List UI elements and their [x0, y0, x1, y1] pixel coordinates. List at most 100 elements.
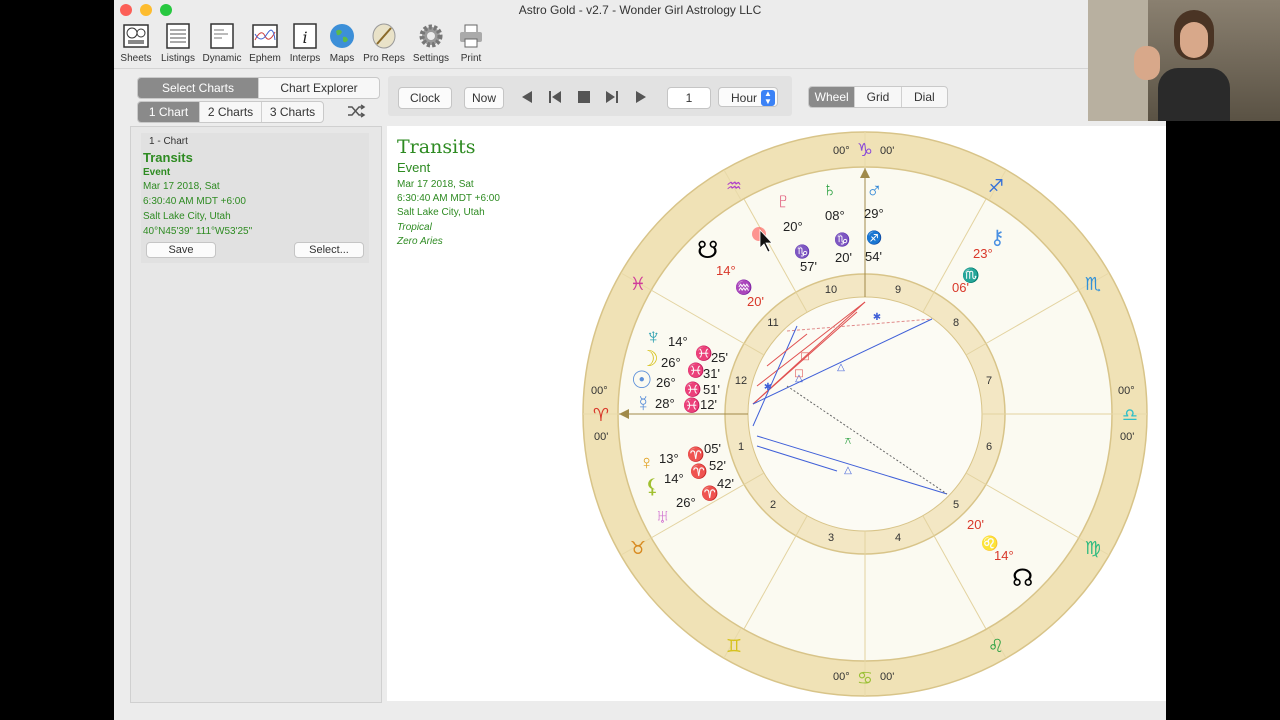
zoom-window-button[interactable]	[160, 4, 172, 16]
tab-3-charts[interactable]: 3 Charts	[262, 102, 323, 122]
triangle-left-icon	[522, 91, 532, 103]
now-button[interactable]: Now	[464, 87, 504, 109]
quill-icon	[372, 23, 396, 49]
chart-card[interactable]: 1 - Chart Transits Event Mar 17 2018, Sa…	[141, 133, 369, 263]
toolbar-dynamic-label: Dynamic	[202, 53, 242, 64]
chart-card-coords: 40°N45'39" 111°W53'25"	[143, 226, 253, 237]
sign-degree-label: 00°	[833, 671, 850, 683]
asteroid-degree: 14°	[664, 471, 684, 486]
tab-1-chart[interactable]: 1 Chart	[138, 102, 200, 122]
north-node-degree: 14°	[994, 548, 1014, 563]
chart-card-place: Salt Lake City, Utah	[143, 211, 231, 222]
capricorn-icon: ♑	[857, 140, 873, 161]
clock-button[interactable]: Clock	[398, 87, 452, 109]
tab-2-charts[interactable]: 2 Charts	[200, 102, 262, 122]
virgo-icon: ♍	[1085, 538, 1101, 559]
play-forward-button[interactable]	[630, 87, 652, 107]
sign-degree-label: 00°	[833, 145, 850, 157]
south-node-degree: 14°	[716, 263, 736, 278]
sign-degree-label: 00°	[591, 385, 608, 397]
close-window-button[interactable]	[120, 4, 132, 16]
tab-select-charts[interactable]: Select Charts	[138, 78, 259, 98]
step-value-input[interactable]: 1	[667, 87, 711, 109]
minimize-window-button[interactable]	[140, 4, 152, 16]
mercury-degree: 28°	[655, 396, 675, 411]
toolbar-interps-label: Interps	[289, 53, 321, 64]
stop-button[interactable]	[573, 87, 595, 107]
saturn-icon[interactable]: ♄	[822, 179, 837, 201]
info-icon: i	[293, 23, 317, 49]
moon-minute: 31'	[703, 366, 720, 381]
mars-degree: 29°	[864, 206, 884, 221]
step-forward-button[interactable]	[601, 87, 623, 107]
pisces-small-icon: ♓	[683, 397, 700, 414]
tab-dial[interactable]: Dial	[902, 87, 947, 107]
tab-chart-explorer[interactable]: Chart Explorer	[259, 78, 379, 98]
save-button[interactable]: Save	[146, 242, 216, 258]
sign-degree-label: 00°	[1118, 385, 1135, 397]
pluto-degree: 20°	[783, 219, 803, 234]
window-title: Astro Gold - v2.7 - Wonder Girl Astrolog…	[518, 3, 762, 17]
venus-minute: 05'	[704, 441, 721, 456]
view-tabs: Wheel Grid Dial	[808, 86, 948, 108]
triangle-right-icon	[636, 91, 646, 103]
svg-text:✱: ✱	[764, 382, 772, 393]
select-chart-button[interactable]: Select...	[294, 242, 364, 258]
svg-text:△: △	[837, 362, 845, 373]
pluto-icon[interactable]: ♇	[775, 188, 792, 213]
chiron-degree: 23°	[973, 246, 993, 261]
aries-small-icon: ♈	[687, 446, 704, 463]
sign-minute-label: 00'	[880, 671, 894, 683]
toolbar-pro-reps[interactable]: Pro Reps	[359, 22, 409, 64]
printer-icon	[460, 24, 482, 48]
toolbar-print-label: Print	[460, 53, 482, 64]
chart-card-time: 6:30:40 AM MDT +6:00	[143, 196, 246, 207]
house-number: 5	[953, 499, 959, 511]
south-node-icon[interactable]: ☋	[697, 237, 718, 264]
toolbar-pro-reps-label: Pro Reps	[363, 53, 405, 64]
aries-icon: ♈	[593, 405, 609, 426]
tab-grid[interactable]: Grid	[855, 87, 902, 107]
sun-icon[interactable]: ☉	[631, 367, 653, 394]
play-backward-button[interactable]	[516, 87, 538, 107]
scorpio-icon: ♏	[1085, 274, 1101, 295]
svg-text:□: □	[794, 368, 803, 379]
aries-small-icon: ♈	[701, 485, 718, 502]
aquarius-icon: ♒	[726, 176, 742, 197]
mars-icon[interactable]: ♂	[866, 178, 883, 203]
taurus-icon: ♉	[630, 538, 646, 559]
sign-minute-label: 00'	[880, 145, 894, 157]
neptune-minute: 25'	[711, 350, 728, 365]
house-number: 10	[825, 284, 837, 296]
south-node-minute: 20'	[747, 294, 764, 309]
toolbar-print[interactable]: Print	[446, 22, 496, 64]
gear-icon	[419, 24, 443, 48]
uranus-icon[interactable]: ♅	[655, 506, 670, 528]
chart-wheel[interactable]: 1 2 3 4 5 6 7 8 9 10 11 12 ♈ ♉ ♊ ♋ ♌ ♍ ♎…	[387, 126, 1166, 701]
toolbar-sheets-label: Sheets	[120, 53, 152, 64]
house-number: 7	[986, 375, 992, 387]
step-backward-button[interactable]	[544, 87, 566, 107]
svg-text:△: △	[844, 465, 852, 476]
venus-icon[interactable]: ♀	[639, 452, 654, 474]
north-node-icon[interactable]: ☊	[1012, 565, 1033, 592]
asteroid-icon[interactable]: ⚸	[645, 476, 660, 498]
unit-select[interactable]: Hour ▲ ▼	[718, 87, 778, 107]
mercury-icon[interactable]: ☿	[635, 391, 652, 416]
pisces-small-icon: ♓	[695, 345, 712, 362]
listings-icon	[166, 23, 190, 49]
libra-icon: ♎	[1122, 405, 1138, 426]
pisces-small-icon: ♓	[687, 362, 704, 379]
toolbar-listings[interactable]: Listings	[153, 22, 203, 64]
sign-minute-label: 00'	[1120, 431, 1134, 443]
cancer-icon: ♋	[857, 668, 873, 689]
tab-wheel[interactable]: Wheel	[809, 87, 856, 107]
chart-list-panel: 1 - Chart Transits Event Mar 17 2018, Sa…	[130, 126, 382, 703]
sagittarius-icon: ♐	[988, 176, 1004, 197]
moon-degree: 26°	[661, 355, 681, 370]
toolbar: Sheets Listings Dynamic Ephem i Interps …	[114, 20, 1166, 68]
svg-text:□: □	[800, 351, 809, 362]
pisces-small-icon: ♓	[684, 381, 701, 398]
shuffle-button[interactable]	[336, 101, 376, 121]
shuffle-icon	[348, 104, 366, 118]
